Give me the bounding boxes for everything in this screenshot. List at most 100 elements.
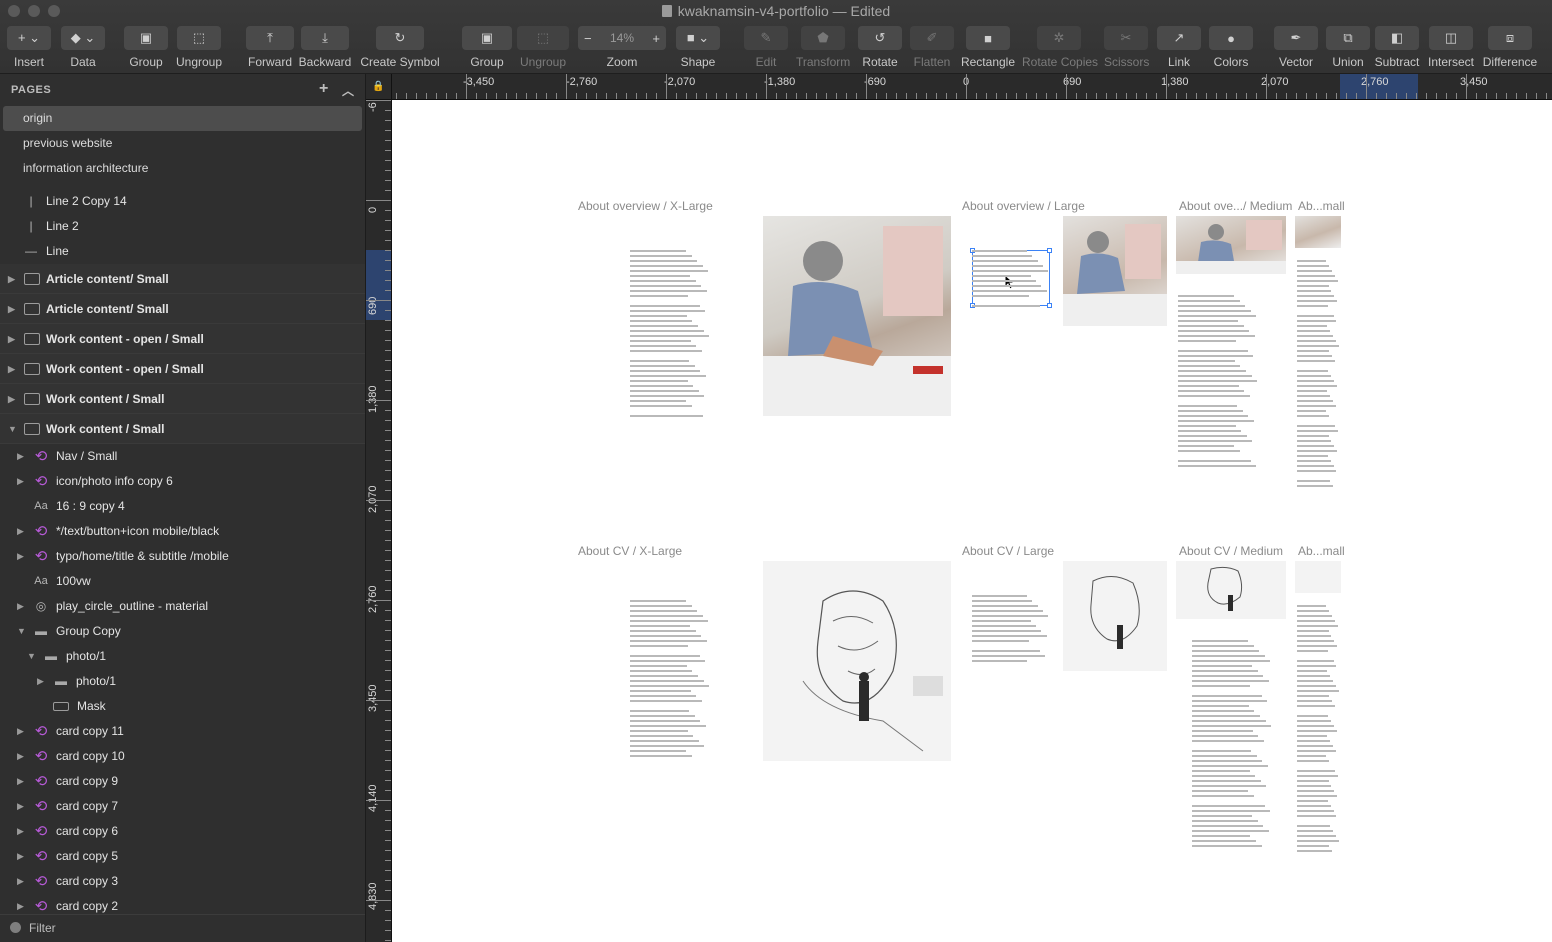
disclosure-open-icon[interactable]: ▼ [8, 414, 18, 444]
artboard-title[interactable]: Ab...mall [1298, 199, 1345, 213]
ungroup-button[interactable]: ⬚ Ungroup [174, 26, 224, 69]
vertical-ruler[interactable]: -606901,3802,0702,7603,4504,1404,830 [366, 100, 392, 942]
disclosure-closed-icon[interactable]: ▶ [17, 769, 27, 794]
filter-bar[interactable]: Filter [0, 914, 365, 942]
disclosure-closed-icon[interactable]: ▶ [17, 519, 27, 544]
create-symbol-button[interactable]: ↻ Create Symbol [360, 26, 440, 69]
text-block[interactable] [630, 250, 710, 420]
difference-button[interactable]: ⧈ Difference [1482, 26, 1538, 69]
layer-row[interactable]: ▶ Article content/ Small [0, 294, 365, 324]
artwork-photo[interactable] [1295, 561, 1341, 593]
disclosure-closed-icon[interactable]: ▶ [17, 794, 27, 819]
disclosure-closed-icon[interactable]: ▶ [8, 264, 18, 294]
filter-icon[interactable] [10, 922, 21, 933]
zoom-stepper[interactable]: − 14% + [578, 26, 666, 50]
disclosure-closed-icon[interactable]: ▶ [8, 324, 18, 354]
artwork-photo[interactable] [1295, 216, 1341, 248]
layer-row[interactable]: | Line 2 [0, 214, 365, 239]
disclosure-closed-icon[interactable]: ▶ [37, 669, 47, 694]
artboard-title[interactable]: About ove.../ Medium [1179, 199, 1292, 213]
artboard-title[interactable]: About CV / X-Large [578, 544, 682, 558]
disclosure-closed-icon[interactable]: ▶ [17, 594, 27, 619]
text-block[interactable] [972, 595, 1050, 665]
layer-row[interactable]: ▼ Work content / Small [0, 414, 365, 444]
subtract-button[interactable]: ◧ Subtract [1374, 26, 1420, 69]
disclosure-closed-icon[interactable]: ▶ [17, 444, 27, 469]
scissors-button[interactable]: ✂ Scissors [1104, 26, 1149, 69]
layer-row[interactable]: ▶ ⟲ card copy 11 [0, 719, 365, 744]
union-button[interactable]: ⧉ Union [1326, 26, 1370, 69]
layer-row[interactable]: ▼ ▬ photo/1 [0, 644, 365, 669]
layer-row[interactable]: ▶ ⟲ card copy 5 [0, 844, 365, 869]
zoom-control[interactable]: − 14% + Zoom [578, 26, 666, 69]
disclosure-closed-icon[interactable]: ▶ [17, 544, 27, 569]
disclosure-closed-icon[interactable]: ▶ [17, 719, 27, 744]
layer-row[interactable]: ▶ ⟲ typo/home/title & subtitle /mobile [0, 544, 365, 569]
artwork-photo[interactable] [763, 216, 951, 416]
layer-row[interactable]: ▶ Work content - open / Small [0, 354, 365, 384]
zoom-out-icon[interactable]: − [584, 31, 592, 46]
text-block[interactable] [1178, 295, 1258, 470]
text-block[interactable] [1192, 640, 1272, 850]
forward-button[interactable]: ⤒ Forward [246, 26, 294, 69]
edit-button[interactable]: ✎ Edit [744, 26, 788, 69]
artboard-title[interactable]: About overview / Large [962, 199, 1085, 213]
rotate-copies-button[interactable]: ✲ Rotate Copies [1022, 26, 1098, 69]
layer-row[interactable]: ▶ ▬ photo/1 [0, 669, 365, 694]
rectangle-button[interactable]: ■ Rectangle [960, 26, 1016, 69]
disclosure-closed-icon[interactable]: ▶ [17, 844, 27, 869]
insert-button[interactable]: + ⌄ Insert [4, 26, 54, 69]
backward-button[interactable]: ⤓ Backward [298, 26, 352, 69]
disclosure-open-icon[interactable]: ▼ [27, 644, 37, 669]
artwork-photo[interactable] [1063, 561, 1167, 671]
artwork-photo[interactable] [763, 561, 951, 761]
artwork-photo[interactable] [1176, 561, 1286, 619]
layer-row[interactable]: ▶ ⟲ */text/button+icon mobile/black [0, 519, 365, 544]
disclosure-closed-icon[interactable]: ▶ [17, 744, 27, 769]
disclosure-closed-icon[interactable]: ▶ [17, 819, 27, 844]
disclosure-closed-icon[interactable]: ▶ [17, 869, 27, 894]
layer-row[interactable]: ▶ ⟲ icon/photo info copy 6 [0, 469, 365, 494]
link-button[interactable]: ↗ Link [1157, 26, 1201, 69]
layer-row[interactable]: ▶ ⟲ card copy 10 [0, 744, 365, 769]
layer-row[interactable]: ▶ Article content/ Small [0, 264, 365, 294]
horizontal-ruler[interactable]: -3,450-2,760-2,070-1,380-69006901,3802,0… [366, 74, 1552, 100]
disclosure-closed-icon[interactable]: ▶ [8, 384, 18, 414]
layer-row[interactable]: ▶ Work content / Small [0, 384, 365, 414]
shape-button[interactable]: ■ ⌄ Shape [676, 26, 720, 69]
page-item-information-architecture[interactable]: information architecture [0, 156, 365, 181]
canvas[interactable]: About overview / X-Large About overview … [392, 100, 1552, 942]
ungroup-button-2[interactable]: ⬚ Ungroup [516, 26, 570, 69]
transform-button[interactable]: ⬟ Transform [796, 26, 850, 69]
artboard-title[interactable]: About CV / Large [962, 544, 1054, 558]
text-block[interactable] [972, 250, 1050, 310]
group-button-2[interactable]: ▣ Group [462, 26, 512, 69]
zoom-in-icon[interactable]: + [652, 31, 660, 46]
text-block[interactable] [1297, 260, 1339, 490]
layer-row[interactable]: Aa 100vw [0, 569, 365, 594]
layer-row[interactable]: Aa 16 : 9 copy 4 [0, 494, 365, 519]
page-item-previous-website[interactable]: previous website [0, 131, 365, 156]
group-button[interactable]: ▣ Group [124, 26, 168, 69]
artwork-photo[interactable] [1063, 216, 1167, 326]
layer-row[interactable]: Mask [0, 694, 365, 719]
flatten-button[interactable]: ✐ Flatten [910, 26, 954, 69]
ruler-lock-icon[interactable]: 🔒 [366, 74, 392, 100]
add-page-icon[interactable]: + [319, 80, 329, 98]
layer-row[interactable]: ▶ ⟲ card copy 9 [0, 769, 365, 794]
vector-button[interactable]: ✒ Vector [1274, 26, 1318, 69]
artboard-title[interactable]: About CV / Medium [1179, 544, 1283, 558]
disclosure-closed-icon[interactable]: ▶ [8, 294, 18, 324]
layer-row[interactable]: ▶ Work content - open / Small [0, 324, 365, 354]
data-button[interactable]: ◆ ⌄ Data [58, 26, 108, 69]
layer-row[interactable]: ▶ ⟲ card copy 3 [0, 869, 365, 894]
layer-row[interactable]: — Line [0, 239, 365, 264]
colors-button[interactable]: ● Colors [1209, 26, 1253, 69]
intersect-button[interactable]: ◫ Intersect [1426, 26, 1476, 69]
text-block[interactable] [1297, 605, 1339, 855]
artwork-photo[interactable] [1176, 216, 1286, 274]
text-block[interactable] [630, 600, 710, 760]
disclosure-closed-icon[interactable]: ▶ [17, 469, 27, 494]
layer-row[interactable]: ▶ ◎ play_circle_outline - material [0, 594, 365, 619]
layer-row[interactable]: ▶ ⟲ card copy 7 [0, 794, 365, 819]
